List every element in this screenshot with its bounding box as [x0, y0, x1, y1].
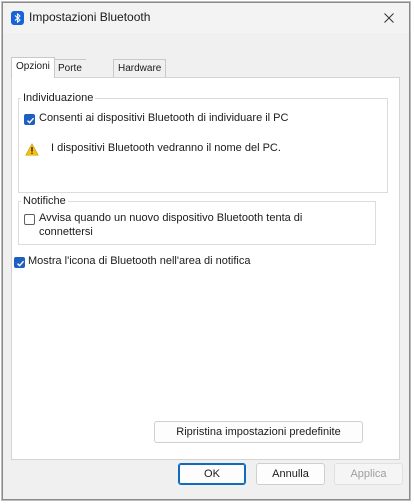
close-icon	[384, 13, 394, 23]
new-device-alert-label-line1[interactable]: Avvisa quando un nuovo dispositivo Bluet…	[39, 212, 302, 224]
title-bar: Impostazioni Bluetooth	[3, 3, 409, 33]
ok-button[interactable]: OK	[178, 463, 246, 485]
warning-icon	[25, 143, 39, 156]
warning-text: I dispositivi Bluetooth vedranno il nome…	[51, 142, 281, 154]
bluetooth-icon	[11, 11, 24, 25]
tab-hardware[interactable]: Hardware	[113, 59, 167, 78]
restore-defaults-button[interactable]: Ripristina impostazioni predefinite	[154, 421, 363, 443]
tab-opzioni[interactable]: Opzioni	[11, 57, 55, 78]
show-tray-icon-checkbox[interactable]	[14, 257, 25, 268]
discovery-group-title: Individuazione	[23, 92, 94, 104]
tab-porte-com[interactable]: Porte COM	[54, 59, 86, 91]
checkmark-icon	[27, 117, 35, 124]
cancel-button[interactable]: Annulla	[256, 463, 325, 485]
window-title: Impostazioni Bluetooth	[29, 10, 151, 24]
bluetooth-settings-dialog: Impostazioni Bluetooth Opzioni Porte COM…	[2, 2, 410, 500]
options-tab-panel: Individuazione Consenti ai dispositivi B…	[11, 77, 400, 460]
new-device-alert-checkbox[interactable]	[24, 214, 35, 225]
allow-discovery-checkbox[interactable]	[24, 114, 35, 125]
checkmark-icon	[17, 260, 25, 267]
apply-button[interactable]: Applica	[334, 463, 403, 485]
allow-discovery-label[interactable]: Consenti ai dispositivi Bluetooth di ind…	[39, 112, 288, 124]
show-tray-icon-label[interactable]: Mostra l'icona di Bluetooth nell'area di…	[28, 255, 251, 267]
new-device-alert-label-line2[interactable]: connettersi	[39, 226, 93, 238]
notifications-group-title: Notifiche	[23, 195, 66, 207]
close-button[interactable]	[369, 3, 409, 33]
